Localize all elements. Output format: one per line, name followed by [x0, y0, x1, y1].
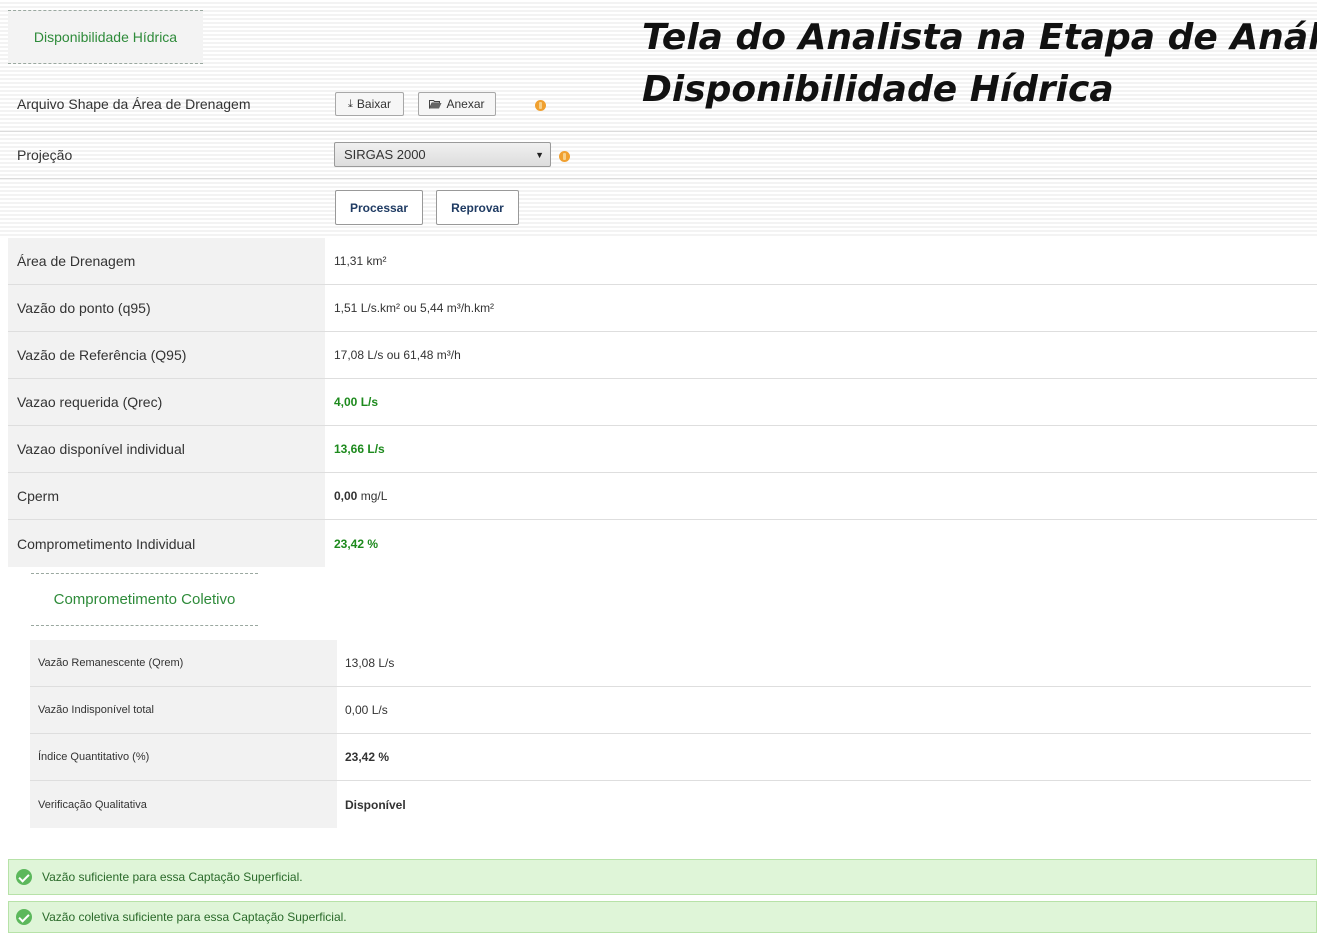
shape-file-label: Arquivo Shape da Área de Drenagem	[17, 96, 251, 112]
result-value-number: 0,00	[334, 489, 358, 503]
projection-label: Projeção	[17, 147, 73, 163]
result-value: 23,42 %	[334, 536, 379, 551]
collective-row: Vazão Remanescente (Qrem) 13,08 L/s	[30, 640, 1311, 687]
result-label: Cperm	[8, 473, 325, 519]
result-row-vazao-requerida: Vazao requerida (Qrec) 4,00 L/s	[8, 379, 1317, 426]
result-row-vazao-ponto: Vazão do ponto (q95) 1,51 L/s.km² ou 5,4…	[8, 285, 1317, 332]
warning-icon[interactable]	[535, 100, 546, 111]
download-button-label: Baixar	[356, 97, 391, 111]
download-icon: ⤓	[348, 97, 353, 110]
result-value: 13,66 L/s	[334, 442, 385, 456]
collective-value: 23,42 %	[345, 750, 390, 764]
collective-label: Vazão Indisponível total	[30, 687, 337, 733]
annotation-title-line1: Tela do Analista na Etapa de Análi	[642, 17, 1317, 58]
download-button[interactable]: ⤓ Baixar	[335, 92, 404, 116]
projection-select-value: SIRGAS 2000	[344, 147, 426, 162]
result-row-vazao-referencia: Vazão de Referência (Q95) 17,08 L/s ou 6…	[8, 332, 1317, 379]
result-row-area-drenagem: Área de Drenagem 11,31 km²	[8, 238, 1317, 285]
result-label: Vazao requerida (Qrec)	[8, 379, 325, 425]
result-value: 0,00 mg/L	[334, 473, 387, 519]
reject-button-label: Reprovar	[451, 200, 504, 215]
collective-label: Índice Quantitativo (%)	[30, 734, 337, 780]
collective-value: 0,00 L/s	[345, 703, 388, 717]
projection-select[interactable]: SIRGAS 2000 ▼	[334, 142, 551, 167]
shape-file-row: Arquivo Shape da Área de Drenagem ⤓ Baix…	[0, 80, 1317, 132]
collective-label: Verificação Qualitativa	[30, 781, 337, 828]
collective-section-tab[interactable]: Comprometimento Coletivo	[31, 573, 258, 626]
reject-button[interactable]: Reprovar	[436, 190, 519, 225]
collective-section-title: Comprometimento Coletivo	[53, 591, 236, 608]
success-alert: Vazão coletiva suficiente para essa Capt…	[8, 901, 1317, 933]
collective-value: Disponível	[345, 797, 406, 812]
result-value: 1,51 L/s.km² ou 5,44 m³/h.km²	[334, 301, 495, 315]
result-label: Vazão de Referência (Q95)	[8, 332, 325, 378]
result-row-comprometimento-individual: Comprometimento Individual 23,42 %	[8, 520, 1317, 567]
result-value: 17,08 L/s ou 61,48 m³/h	[334, 348, 461, 362]
section-tab-disponibilidade[interactable]: Disponibilidade Hídrica	[8, 10, 203, 64]
folder-open-icon	[429, 100, 442, 109]
attach-button[interactable]: Anexar	[418, 92, 496, 116]
projection-row: Projeção	[0, 132, 1317, 179]
check-circle-icon	[16, 909, 32, 925]
attach-button-label: Anexar	[446, 97, 485, 111]
collective-value: 13,08 L/s	[345, 656, 395, 670]
success-alert: Vazão suficiente para essa Captação Supe…	[8, 859, 1317, 895]
warning-icon[interactable]	[559, 151, 570, 162]
check-circle-icon	[16, 869, 32, 885]
collective-row: Índice Quantitativo (%) 23,42 %	[30, 734, 1311, 781]
result-value: 11,31 km²	[334, 254, 387, 268]
result-value: 4,00 L/s	[334, 395, 379, 409]
success-alert-text: Vazão coletiva suficiente para essa Capt…	[42, 910, 347, 924]
process-button-label: Processar	[349, 200, 409, 215]
chevron-down-icon: ▼	[535, 150, 544, 160]
result-label: Área de Drenagem	[8, 238, 325, 284]
process-button[interactable]: Processar	[335, 190, 423, 225]
result-row-cperm: Cperm 0,00 mg/L	[8, 473, 1317, 520]
collective-row: Vazão Indisponível total 0,00 L/s	[30, 687, 1311, 734]
result-label: Vazao disponível individual	[8, 426, 325, 472]
result-label: Vazão do ponto (q95)	[8, 285, 325, 331]
section-tab-label: Disponibilidade Hídrica	[33, 29, 178, 45]
success-alert-text: Vazão suficiente para essa Captação Supe…	[42, 870, 303, 884]
result-row-vazao-disponivel: Vazao disponível individual 13,66 L/s	[8, 426, 1317, 473]
collective-row: Verificação Qualitativa Disponível	[30, 781, 1311, 828]
collective-label: Vazão Remanescente (Qrem)	[30, 640, 337, 686]
result-value-unit: mg/L	[360, 489, 388, 503]
result-label: Comprometimento Individual	[8, 520, 325, 567]
